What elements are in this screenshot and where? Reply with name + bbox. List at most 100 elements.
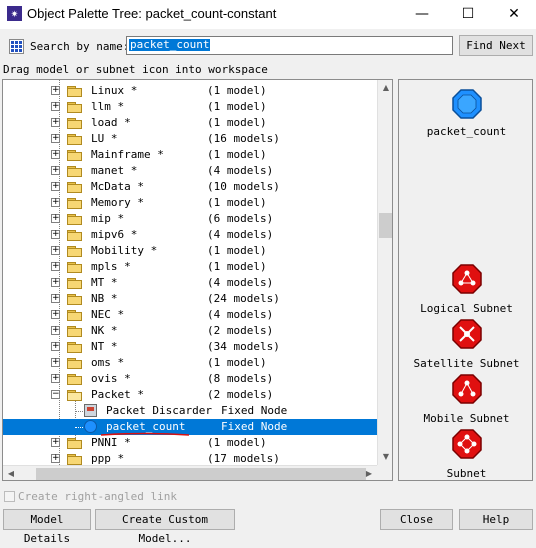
tree-row-mip[interactable]: + mip * (6 models) (3, 211, 377, 227)
tree-row-mainframe[interactable]: + Mainframe * (1 model) (3, 147, 377, 163)
window-title: Object Palette Tree: packet_count-consta… (27, 6, 277, 21)
tree-row-packet-discarder[interactable]: Packet Discarder Fixed Node (3, 403, 377, 419)
title-bar: ✷ Object Palette Tree: packet_count-cons… (0, 0, 536, 29)
tree-row-mt[interactable]: + MT * (4 models) (3, 275, 377, 291)
folder-icon (67, 374, 83, 385)
expand-icon[interactable]: + (51, 438, 60, 447)
close-button[interactable]: Close (380, 509, 453, 530)
tree-row-load[interactable]: + load * (1 model) (3, 115, 377, 131)
folder-icon (67, 454, 83, 465)
tree-row-mcdata[interactable]: + McData * (10 models) (3, 179, 377, 195)
palette-item-label: packet_count (426, 125, 507, 138)
tree-row-packet[interactable]: − Packet * (2 models) (3, 387, 377, 403)
expand-icon[interactable]: + (51, 294, 60, 303)
horizontal-scroll-thumb[interactable] (36, 468, 366, 480)
palette-item-label: Satellite Subnet (413, 357, 520, 370)
expand-icon[interactable]: + (51, 374, 60, 383)
vertical-scroll-thumb[interactable] (379, 213, 392, 238)
expand-icon[interactable]: + (51, 454, 60, 463)
vertical-scrollbar[interactable]: ▲ ▼ (377, 80, 392, 465)
folder-icon (67, 294, 83, 305)
folder-icon (67, 262, 83, 273)
subnet-icon[interactable] (451, 428, 483, 460)
tree-row-memory[interactable]: + Memory * (1 model) (3, 195, 377, 211)
minimize-button[interactable]: — (399, 0, 445, 29)
expand-icon[interactable]: + (51, 342, 60, 351)
tree-row-mpls[interactable]: + mpls * (1 model) (3, 259, 377, 275)
palette-grid-icon (9, 39, 24, 54)
folder-icon (67, 102, 83, 113)
palette-item-label: Logical Subnet (420, 302, 513, 315)
tree-row-mipv6[interactable]: + mipv6 * (4 models) (3, 227, 377, 243)
expand-icon[interactable]: + (51, 358, 60, 367)
red-underline-annotation (100, 432, 190, 436)
expand-icon[interactable]: + (51, 134, 60, 143)
open-folder-icon (67, 390, 83, 401)
expand-icon[interactable]: + (51, 246, 60, 255)
scroll-left-icon[interactable]: ◀ (3, 466, 19, 480)
expand-icon[interactable]: + (51, 326, 60, 335)
expand-icon[interactable]: + (51, 214, 60, 223)
expand-icon[interactable]: + (51, 182, 60, 191)
folder-icon (67, 86, 83, 97)
packet-count-node-icon[interactable] (451, 88, 483, 120)
scroll-down-icon[interactable]: ▼ (378, 449, 392, 465)
folder-icon (67, 342, 83, 353)
scroll-up-icon[interactable]: ▲ (378, 80, 392, 96)
collapse-icon[interactable]: − (51, 390, 60, 399)
find-next-button[interactable]: Find Next (459, 35, 533, 56)
folder-icon (67, 310, 83, 321)
close-window-button[interactable]: ✕ (491, 0, 536, 29)
expand-icon[interactable]: + (51, 150, 60, 159)
help-button[interactable]: Help (459, 509, 533, 530)
scroll-corner (377, 465, 392, 480)
horizontal-scrollbar[interactable]: ◀ ▶ (3, 465, 377, 480)
expand-icon[interactable]: + (51, 262, 60, 271)
tree-row-lu[interactable]: + LU * (16 models) (3, 131, 377, 147)
folder-icon (67, 326, 83, 337)
mobile-subnet-icon[interactable] (451, 373, 483, 405)
tree-row-ovis[interactable]: + ovis * (8 models) (3, 371, 377, 387)
tree-row-nt[interactable]: + NT * (34 models) (3, 339, 377, 355)
expand-icon[interactable]: + (51, 118, 60, 127)
tree-row-oms[interactable]: + oms * (1 model) (3, 355, 377, 371)
right-angled-link-label: Create right-angled link (18, 490, 177, 503)
folder-icon (67, 246, 83, 257)
maximize-button[interactable]: ☐ (445, 0, 491, 29)
expand-icon[interactable]: + (51, 102, 60, 111)
tree-row-manet[interactable]: + manet * (4 models) (3, 163, 377, 179)
folder-icon (67, 182, 83, 193)
scroll-right-icon[interactable]: ▶ (361, 466, 377, 480)
expand-icon[interactable]: + (51, 230, 60, 239)
folder-icon (67, 118, 83, 129)
palette-panel[interactable]: packet_count Logical Subnet Satellite Su… (398, 79, 533, 481)
drag-hint: Drag model or subnet icon into workspace (3, 63, 268, 76)
tree-row-llm[interactable]: + llm * (1 model) (3, 99, 377, 115)
expand-icon[interactable]: + (51, 310, 60, 319)
model-tree[interactable]: + Linux * (1 model) + llm * (1 model) + load … (2, 79, 393, 481)
search-input-value: packet_count (129, 38, 211, 51)
create-custom-model-button[interactable]: Create Custom Model... (95, 509, 235, 545)
expand-icon[interactable]: + (51, 198, 60, 207)
node-model-icon (84, 404, 97, 417)
search-input[interactable]: packet_count (126, 36, 453, 55)
logical-subnet-icon[interactable] (451, 263, 483, 295)
folder-icon (67, 198, 83, 209)
folder-icon (67, 230, 83, 241)
expand-icon[interactable]: + (51, 278, 60, 287)
tree-row-linux[interactable]: + Linux * (1 model) (3, 83, 377, 99)
expand-icon[interactable]: + (51, 166, 60, 175)
folder-icon (67, 150, 83, 161)
app-icon: ✷ (7, 6, 22, 21)
tree-row-nec[interactable]: + NEC * (4 models) (3, 307, 377, 323)
tree-rows: + Linux * (1 model) + llm * (1 model) + load … (3, 80, 377, 465)
tree-row-nb[interactable]: + NB * (24 models) (3, 291, 377, 307)
tree-row-nk[interactable]: + NK * (2 models) (3, 323, 377, 339)
expand-icon[interactable]: + (51, 86, 60, 95)
model-details-button[interactable]: Model Details (3, 509, 91, 545)
folder-icon (67, 278, 83, 289)
satellite-subnet-icon[interactable] (451, 318, 483, 350)
tree-row-mobility[interactable]: + Mobility * (1 model) (3, 243, 377, 259)
right-angled-link-checkbox[interactable] (4, 491, 15, 502)
folder-icon (67, 134, 83, 145)
